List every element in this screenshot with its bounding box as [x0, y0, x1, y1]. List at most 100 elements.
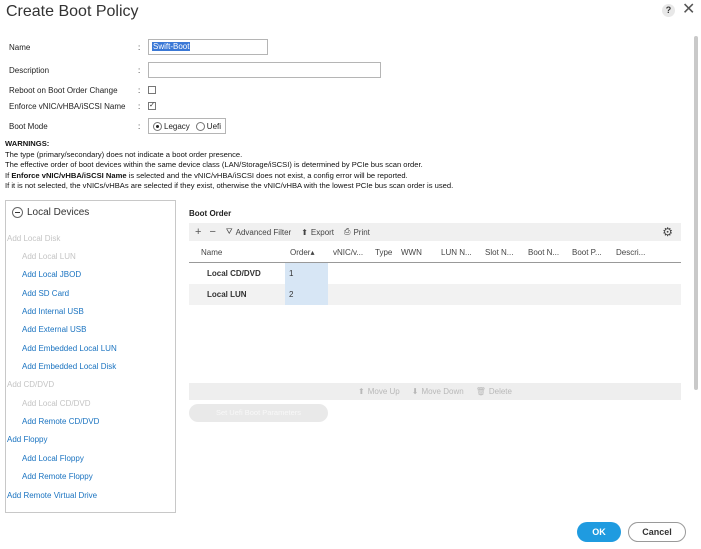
column-header[interactable]: Type: [370, 248, 396, 257]
name-value: Swift-Boot: [152, 42, 191, 51]
local-device-item[interactable]: Add Floppy: [7, 435, 47, 444]
boot-mode-uefi-label: Uefi: [206, 121, 222, 131]
radio-unselected-icon: [195, 121, 205, 131]
description-input[interactable]: [148, 62, 381, 78]
name-input[interactable]: Swift-Boot: [148, 39, 268, 55]
boot-mode-uefi-radio[interactable]: Uefi: [195, 121, 222, 131]
arrow-down-icon: ⬇: [411, 387, 419, 396]
print-icon: ⎙: [344, 227, 351, 236]
move-down-button[interactable]: ⬇ Move Down: [412, 387, 464, 396]
set-uefi-boot-parameters-button[interactable]: Set Uefi Boot Parameters: [189, 404, 328, 422]
column-header[interactable]: LUN N...: [436, 248, 480, 257]
add-icon[interactable]: +: [195, 226, 201, 238]
description-row: Description :: [9, 62, 381, 78]
boot-mode-legacy-label: Legacy: [164, 121, 190, 131]
column-header[interactable]: WWN: [396, 248, 436, 257]
warning-bold-text: Enforce vNIC/vHBA/iSCSI Name: [11, 170, 127, 180]
warning-line: The type (primary/secondary) does not in…: [5, 149, 243, 159]
colon: :: [138, 65, 141, 75]
column-header[interactable]: Slot N...: [480, 248, 523, 257]
table-row[interactable]: Local LUN 2: [189, 284, 681, 305]
table-row[interactable]: Local CD/DVD 1: [189, 263, 681, 284]
sort-ascending-icon: ▴: [310, 248, 315, 257]
local-devices-header[interactable]: Local Devices: [12, 207, 89, 218]
local-device-item[interactable]: Add Remote Virtual Drive: [7, 491, 97, 500]
warning-line: If Enforce vNIC/vHBA/iSCSI Name is selec…: [5, 171, 665, 182]
table-body: Local CD/DVD 1 Local LUN 2: [189, 263, 681, 305]
export-label: Export: [310, 227, 335, 237]
print-button[interactable]: ⎙ Print: [344, 227, 370, 237]
enforce-row: Enforce vNIC/vHBA/iSCSI Name : ✓: [9, 98, 156, 114]
delete-label: Delete: [488, 387, 512, 396]
reboot-row: Reboot on Boot Order Change :: [9, 82, 156, 98]
filter-icon: ⛛: [225, 227, 233, 236]
local-device-item: Add Local Disk: [7, 234, 61, 243]
gear-icon[interactable]: ⚙: [662, 225, 673, 239]
name-row: Name : Swift-Boot: [9, 39, 268, 55]
export-button[interactable]: ⬆ Export: [301, 228, 334, 237]
delete-button[interactable]: 🗑 Delete: [476, 387, 512, 396]
local-device-item[interactable]: Add External USB: [22, 325, 86, 334]
boot-mode-row: Boot Mode : Legacy Uefi: [9, 118, 227, 134]
warnings: WARNINGS: The type (primary/secondary) d…: [5, 139, 665, 192]
ok-button[interactable]: OK: [577, 522, 621, 542]
boot-order-toolbar: + − ⛛ Advanced Filter ⬆ Export ⎙ Print ⚙: [189, 223, 681, 241]
close-icon[interactable]: ✕: [682, 1, 695, 19]
collapse-icon[interactable]: [12, 207, 23, 218]
remove-icon[interactable]: −: [209, 226, 215, 238]
boot-order-title: Boot Order: [189, 209, 232, 218]
enforce-label: Enforce vNIC/vHBA/iSCSI Name: [9, 101, 126, 111]
reboot-label: Reboot on Boot Order Change: [9, 85, 118, 95]
local-device-item: Add Local LUN: [22, 252, 76, 261]
local-device-item[interactable]: Add Remote Floppy: [22, 472, 93, 481]
colon: :: [138, 85, 141, 95]
colon: :: [138, 101, 141, 111]
warning-text: is selected and the vNIC/vHBA/iSCSI does…: [126, 170, 408, 180]
boot-mode-legacy-radio[interactable]: Legacy: [153, 121, 190, 131]
column-header[interactable]: Descri...: [611, 248, 651, 257]
advanced-filter-button[interactable]: ⛛ Advanced Filter: [226, 227, 291, 237]
local-devices-panel: Local Devices Add Local Disk Add Local LU…: [5, 200, 176, 513]
advanced-filter-label: Advanced Filter: [235, 227, 292, 237]
boot-order-action-bar: ⬆ Move Up ⬇ Move Down 🗑 Delete: [189, 383, 681, 400]
scrollbar[interactable]: [694, 36, 698, 390]
table-header: Name Order▴ vNIC/v... Type WWN LUN N... Slot N…: [189, 243, 681, 263]
local-device-item[interactable]: Add Embedded Local Disk: [22, 362, 116, 371]
boot-mode-label: Boot Mode: [9, 121, 48, 131]
local-device-item[interactable]: Add Local Floppy: [22, 454, 84, 463]
column-header[interactable]: Boot P...: [567, 248, 611, 257]
local-devices-title: Local Devices: [27, 207, 90, 218]
name-label: Name: [9, 42, 31, 52]
boot-order-table: Name Order▴ vNIC/v... Type WWN LUN N... Slot N…: [189, 243, 681, 305]
cell-order[interactable]: 1: [285, 263, 328, 284]
local-device-item[interactable]: Add Embedded Local LUN: [22, 344, 117, 353]
radio-selected-icon: [153, 121, 162, 131]
column-header[interactable]: Name: [189, 248, 285, 257]
enforce-checkbox[interactable]: ✓: [148, 102, 156, 110]
print-label: Print: [353, 227, 370, 237]
local-device-item[interactable]: Add SD Card: [22, 289, 69, 298]
warning-line: The effective order of boot devices with…: [5, 160, 423, 170]
column-header[interactable]: Boot N...: [523, 248, 567, 257]
cancel-button[interactable]: Cancel: [628, 522, 686, 542]
colon: :: [138, 42, 141, 52]
column-header[interactable]: vNIC/v...: [328, 248, 370, 257]
move-up-label: Move Up: [367, 387, 400, 396]
cell-order[interactable]: 2: [285, 284, 328, 305]
local-device-item[interactable]: Add Internal USB: [22, 307, 84, 316]
move-up-button[interactable]: ⬆ Move Up: [358, 387, 400, 396]
cell-name: Local CD/DVD: [207, 269, 261, 278]
reboot-checkbox[interactable]: [148, 86, 156, 94]
local-device-item[interactable]: Add Remote CD/DVD: [22, 417, 99, 426]
local-device-item[interactable]: Add Local JBOD: [22, 270, 81, 279]
dialog-title: Create Boot Policy: [6, 3, 139, 20]
boot-mode-radio-group: Legacy Uefi: [148, 118, 227, 134]
colon: :: [138, 121, 141, 131]
column-header[interactable]: Order▴: [285, 248, 328, 257]
warnings-heading: WARNINGS:: [5, 139, 50, 148]
help-icon[interactable]: ?: [662, 4, 675, 17]
local-device-item: Add CD/DVD: [7, 380, 55, 389]
export-icon: ⬆: [301, 227, 308, 237]
description-label: Description: [9, 65, 50, 75]
local-device-item: Add Local CD/DVD: [22, 399, 91, 408]
